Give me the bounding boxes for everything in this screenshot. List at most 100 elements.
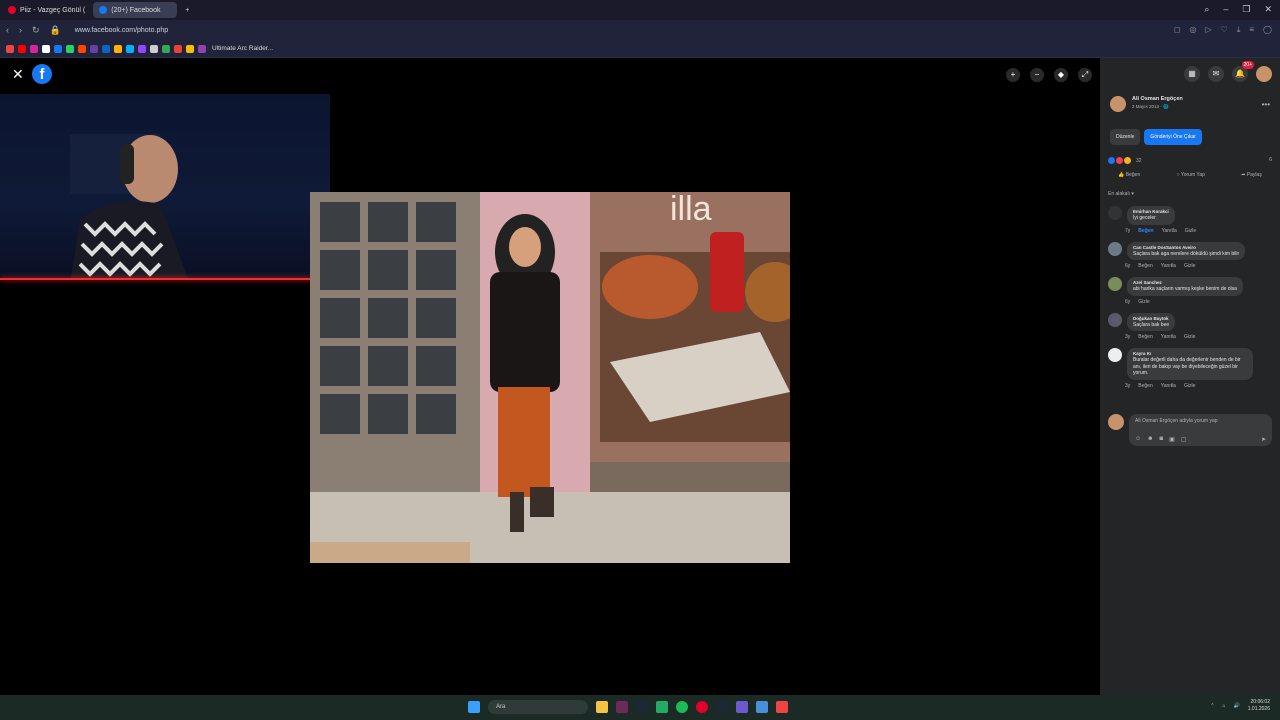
menu-icon[interactable]: ≡ [1249, 25, 1254, 35]
camera-icon[interactable]: ◙ [1159, 436, 1163, 443]
opera-icon[interactable] [696, 701, 708, 713]
url-field[interactable]: www.facebook.com/photo.php [75, 27, 168, 34]
network-icon[interactable]: ⌂ [1222, 703, 1225, 709]
chevron-up-icon[interactable]: ⌃ [1210, 703, 1214, 709]
account-avatar[interactable] [1256, 66, 1272, 82]
send-icon[interactable]: ➤ [1261, 436, 1266, 443]
app-icon[interactable] [616, 701, 628, 713]
sticker-icon[interactable]: ▢ [1181, 436, 1187, 443]
bookmark-icon[interactable] [90, 44, 98, 53]
comment-hide-link[interactable]: Gizle [1184, 334, 1195, 340]
volume-icon[interactable]: 🔊 [1234, 703, 1240, 709]
clock[interactable]: 20:06:02 1.01.2026 [1248, 699, 1270, 713]
bookmark-icon[interactable] [174, 44, 182, 53]
bookmark-icon[interactable] [78, 44, 86, 53]
comment-reply-link[interactable]: Yanıtla [1161, 263, 1176, 269]
tab-facebook[interactable]: (20+) Facebook [93, 2, 178, 18]
app-icon[interactable] [776, 701, 788, 713]
comment-hide-link[interactable]: Gizle [1184, 383, 1195, 389]
commenter-avatar[interactable] [1108, 312, 1122, 327]
post-date[interactable]: 2 Mayıs 2013 · 🌐 [1132, 104, 1183, 110]
bookmark-icon[interactable] [18, 44, 26, 53]
extension-icon[interactable]: ◻ [1174, 25, 1181, 35]
commenter-name[interactable]: Azel Sanchez [1133, 280, 1237, 285]
heart-icon[interactable]: ♡ [1221, 25, 1228, 35]
minimize-icon[interactable]: – [1223, 4, 1228, 15]
comment-like-link[interactable]: Beğen [1138, 228, 1153, 234]
bookmark-icon[interactable] [42, 44, 50, 53]
gif-icon[interactable]: ▣ [1169, 436, 1175, 443]
close-viewer-button[interactable]: ✕ [12, 66, 24, 83]
commenter-name[interactable]: Kayra Kı [1133, 351, 1247, 356]
zoom-out-icon[interactable]: − [1030, 68, 1044, 82]
commenter-name[interactable]: Doğukan Baytok [1133, 316, 1169, 321]
bookmark-icon[interactable] [30, 44, 38, 53]
play-icon[interactable]: ▷ [1206, 25, 1212, 35]
reload-icon[interactable]: ↻ [32, 25, 40, 36]
app-icon[interactable] [656, 701, 668, 713]
share-count[interactable]: 6 [1269, 157, 1272, 163]
comment-reply-link[interactable]: Yanıtla [1162, 228, 1177, 234]
comment-like-link[interactable]: Beğen [1138, 334, 1152, 340]
comment-hide-link[interactable]: Gizle [1184, 263, 1195, 269]
steam-icon[interactable] [636, 701, 648, 713]
comment-like-link[interactable]: Beğen [1138, 263, 1152, 269]
taskbar-search[interactable]: Ara [488, 700, 588, 714]
back-icon[interactable]: ‹ [6, 25, 9, 36]
bookmark-icon[interactable] [150, 44, 158, 53]
bookmark-icon[interactable] [126, 44, 134, 53]
commenter-avatar[interactable] [1108, 206, 1122, 220]
promote-post-button[interactable]: Gönderiyi Öne Çıkar [1144, 129, 1202, 145]
camera-icon[interactable]: ◎ [1190, 25, 1197, 35]
fullscreen-icon[interactable]: ⤢ [1078, 68, 1092, 82]
comment-reply-link[interactable]: Yanıtla [1161, 383, 1176, 389]
bookmark-icon[interactable] [114, 44, 122, 53]
comment-age[interactable]: 3y [1125, 334, 1130, 340]
forward-icon[interactable]: › [19, 25, 22, 36]
reaction-summary[interactable]: 32 [1108, 157, 1142, 164]
start-icon[interactable] [468, 701, 480, 713]
tab-music[interactable]: Piiz - Vazgeç Gönül ( [2, 2, 91, 18]
commenter-avatar[interactable] [1108, 241, 1122, 256]
avatar-sticker-icon[interactable]: ☺ [1135, 436, 1141, 443]
facebook-logo-icon[interactable]: f [32, 64, 52, 84]
like-button[interactable]: 👍 Beğen [1118, 172, 1140, 178]
comment-hide-link[interactable]: Gizle [1185, 228, 1196, 234]
tag-icon[interactable]: ◆ [1054, 68, 1068, 82]
comment-age[interactable]: 6y [1125, 263, 1130, 269]
comment-age[interactable]: 7y [1125, 228, 1130, 234]
comment-reply-link[interactable]: Yanıtla [1161, 334, 1176, 340]
comment-hide-link[interactable]: Gizle [1138, 299, 1149, 305]
commenter-name[interactable]: Can Castle DosSantos Aveiro [1133, 245, 1239, 250]
bookmark-icon[interactable] [54, 44, 62, 53]
app-icon[interactable] [756, 701, 768, 713]
search-icon[interactable]: ⌕ [1204, 4, 1209, 15]
steam-icon[interactable] [716, 701, 728, 713]
emoji-icon[interactable]: ☻ [1147, 436, 1153, 443]
bookmark-icon[interactable] [162, 44, 170, 53]
zoom-in-icon[interactable]: + [1006, 68, 1020, 82]
bookmark-icon[interactable] [198, 44, 206, 53]
download-icon[interactable]: ⤓ [1237, 25, 1241, 35]
bookmark-icon[interactable] [6, 44, 14, 53]
main-photo[interactable]: illa [310, 192, 790, 563]
author-name[interactable]: Ali Osman Ergöçen [1132, 96, 1183, 102]
author-avatar[interactable] [1110, 96, 1126, 112]
maximize-icon[interactable]: ❐ [1242, 4, 1250, 15]
new-tab-button[interactable]: + [179, 2, 195, 18]
commenter-name[interactable]: Emirhan Korakci [1133, 209, 1169, 214]
messenger-icon[interactable]: ✉ [1208, 66, 1224, 82]
edit-button[interactable]: Düzenle [1110, 129, 1141, 145]
comment-like-link[interactable]: Beğen [1138, 383, 1152, 389]
bookmark-icon[interactable] [138, 44, 146, 53]
file-explorer-icon[interactable] [596, 701, 608, 713]
profile-icon[interactable]: ◯ [1263, 25, 1272, 35]
bookmark-icon[interactable] [66, 44, 74, 53]
more-options-icon[interactable]: ••• [1262, 100, 1270, 109]
comment-input[interactable]: Ali Osman Ergöçen adıyla yorum yap ☺ ☻ ◙… [1129, 414, 1272, 446]
spotify-icon[interactable] [676, 701, 688, 713]
bookmark-icon[interactable] [102, 44, 110, 53]
commenter-avatar[interactable] [1108, 277, 1122, 291]
comment-sort-dropdown[interactable]: En alakalı ▾ [1108, 191, 1134, 197]
bookmark-icon[interactable] [186, 44, 194, 53]
